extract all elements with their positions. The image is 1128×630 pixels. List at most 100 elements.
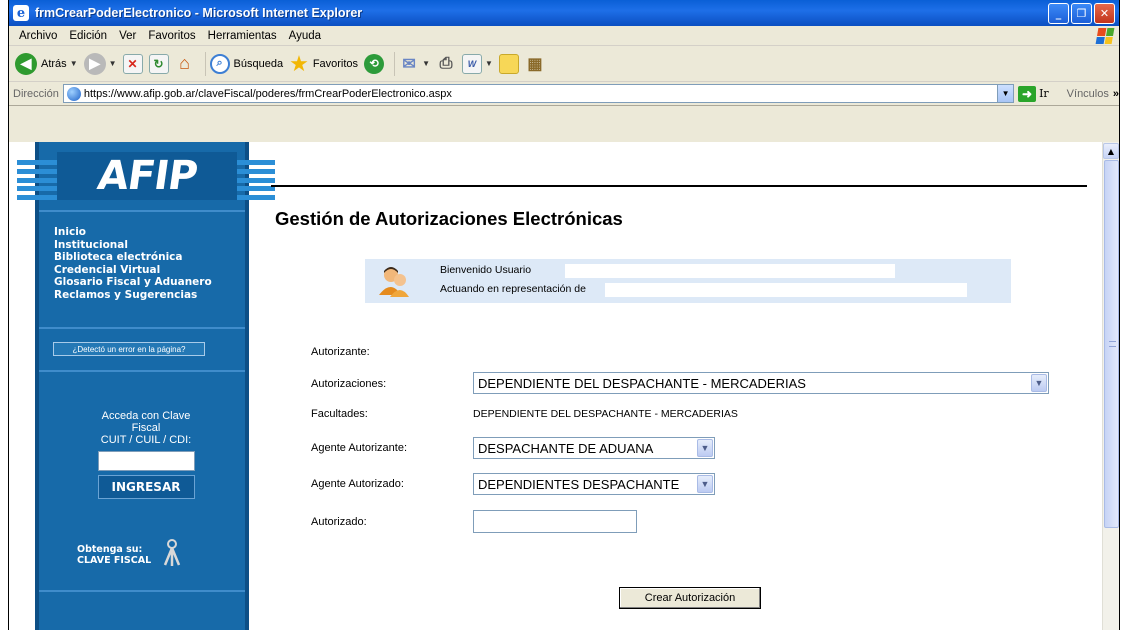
print-icon: ⎙ xyxy=(439,54,453,72)
links-label: Vínculos xyxy=(1066,87,1109,100)
agente-autorizante-label: Agente Autorizante: xyxy=(311,442,408,454)
divider xyxy=(39,327,245,329)
restore-button[interactable]: ❐ xyxy=(1071,2,1092,24)
page-icon xyxy=(66,86,81,101)
forward-arrow-icon: ▶ xyxy=(83,52,106,75)
report-error-button[interactable]: ¿Detectó un error en la página? xyxy=(53,342,205,356)
stop-button[interactable]: ✕ xyxy=(122,53,143,74)
crear-autorizacion-button[interactable]: Crear Autorización xyxy=(619,587,761,609)
autorizaciones-value: DEPENDIENTE DEL DESPACHANTE - MERCADERIA… xyxy=(478,375,806,391)
word-icon: W xyxy=(461,53,482,74)
scroll-thumb[interactable] xyxy=(1104,160,1119,528)
menu-edicion[interactable]: Edición xyxy=(63,30,113,42)
cuit-input[interactable] xyxy=(97,451,195,471)
menu-ver[interactable]: Ver xyxy=(113,30,142,42)
favorites-label: Favoritos xyxy=(312,57,359,70)
address-label: Dirección xyxy=(13,87,59,100)
chevron-down-icon[interactable]: ▼ xyxy=(422,59,430,68)
chevron-down-icon[interactable]: ▼ xyxy=(109,59,117,68)
autorizaciones-select[interactable]: DEPENDIENTE DEL DESPACHANTE - MERCADERIA… xyxy=(473,372,1049,394)
welcome-user-text: Bienvenido Usuario xyxy=(440,264,532,276)
agente-autorizante-value: DESPACHANTE DE ADUANA xyxy=(478,440,654,456)
login-line2: Fiscal xyxy=(131,422,161,434)
research-button[interactable]: ▦ xyxy=(525,54,545,74)
menu-archivo[interactable]: Archivo xyxy=(13,30,63,42)
go-label: Ir xyxy=(1039,87,1049,100)
scroll-up-icon[interactable]: ▲ xyxy=(1103,143,1119,159)
obtenga-clave-link[interactable]: Obtenga su: CLAVE FISCAL xyxy=(77,544,151,566)
divider xyxy=(39,590,245,592)
toolbar: ◀ Atrás ▼ ▶ ▼ ✕ ↻ ⌂ ⌕ Búsqueda ★ Favorit… xyxy=(9,46,1119,82)
vertical-scrollbar[interactable]: ▲ xyxy=(1102,142,1119,630)
obtenga-line2: CLAVE FISCAL xyxy=(77,555,152,566)
go-button[interactable]: ➜ Ir xyxy=(1018,85,1049,102)
research-icon: ▦ xyxy=(527,55,543,73)
autorizaciones-label: Autorizaciones: xyxy=(311,378,387,390)
mail-button[interactable]: ✉ ▼ xyxy=(399,54,430,74)
ingresar-button[interactable]: INGRESAR xyxy=(97,475,195,499)
url-field[interactable]: https://www.afip.gob.ar/claveFiscal/pode… xyxy=(62,84,1015,103)
facultades-value: DEPENDIENTE DEL DESPACHANTE - MERCADERIA… xyxy=(473,408,738,420)
divider xyxy=(39,370,245,372)
chevron-down-icon[interactable]: ▼ xyxy=(70,59,78,68)
toolbar-separator xyxy=(394,51,396,76)
nav-glosario[interactable]: Glosario Fiscal y Aduanero xyxy=(54,276,212,289)
chevron-down-icon[interactable]: ▼ xyxy=(1031,374,1047,392)
nav-credencial[interactable]: Credencial Virtual xyxy=(54,264,212,277)
autorizado-input[interactable] xyxy=(473,510,637,533)
login-line3: CUIT / CUIL / CDI: xyxy=(100,434,192,446)
nav-biblioteca[interactable]: Biblioteca electrónica xyxy=(54,251,212,264)
nav-institucional[interactable]: Institucional xyxy=(54,239,212,252)
menu-herramientas[interactable]: Herramientas xyxy=(202,30,283,42)
toolbar-separator xyxy=(204,51,206,76)
search-label: Búsqueda xyxy=(233,57,284,70)
agente-autorizante-select[interactable]: DESPACHANTE DE ADUANA ▼ xyxy=(473,437,715,459)
menu-ayuda[interactable]: Ayuda xyxy=(283,30,327,42)
chevron-down-icon[interactable]: ▼ xyxy=(997,85,1014,102)
close-button[interactable]: ✕ xyxy=(1094,2,1115,24)
users-icon xyxy=(379,267,409,297)
forward-button[interactable]: ▶ ▼ xyxy=(83,52,117,75)
print-button[interactable]: ⎙ xyxy=(436,54,456,74)
agente-autorizado-value: DEPENDIENTES DESPACHANTE xyxy=(478,476,680,492)
back-label: Atrás xyxy=(41,57,67,70)
refresh-button[interactable]: ↻ xyxy=(148,53,169,74)
chevron-down-icon[interactable]: ▼ xyxy=(697,439,713,457)
chevron-right-icon: » xyxy=(1112,87,1119,100)
ie-icon: e xyxy=(13,5,29,21)
minimize-button[interactable]: _ xyxy=(1048,2,1069,24)
nav-inicio[interactable]: Inicio xyxy=(54,226,212,239)
title-bar: e frmCrearPoderElectronico - Microsoft I… xyxy=(9,0,1119,26)
autorizante-label: Autorizante: xyxy=(311,346,370,358)
afip-sidebar: AFIP Inicio Institucional Biblioteca ele… xyxy=(17,142,275,630)
links-button[interactable]: Vínculos» xyxy=(1067,88,1119,100)
keys-icon xyxy=(163,539,181,566)
ie-window: e frmCrearPoderElectronico - Microsoft I… xyxy=(8,0,1120,630)
history-icon: ⟲ xyxy=(364,53,385,74)
chevron-down-icon[interactable]: ▼ xyxy=(485,59,493,68)
edit-button[interactable]: W ▼ xyxy=(461,53,493,74)
search-button[interactable]: ⌕ Búsqueda xyxy=(209,53,284,74)
autorizado-label: Autorizado: xyxy=(311,516,367,528)
go-arrow-icon: ➜ xyxy=(1018,85,1037,102)
facultades-label: Facultades: xyxy=(311,408,368,420)
url-text: https://www.afip.gob.ar/claveFiscal/pode… xyxy=(83,87,452,100)
acting-for-text: Actuando en representación de xyxy=(440,283,586,295)
back-button[interactable]: ◀ Atrás ▼ xyxy=(15,52,78,75)
menu-bar: Archivo Edición Ver Favoritos Herramient… xyxy=(9,26,1119,46)
discuss-button[interactable] xyxy=(498,53,519,74)
search-icon: ⌕ xyxy=(209,53,230,74)
menu-favoritos[interactable]: Favoritos xyxy=(142,30,201,42)
divider xyxy=(39,210,245,212)
favorites-button[interactable]: ★ Favoritos xyxy=(289,52,359,74)
login-line1: Acceda con Clave xyxy=(101,410,191,422)
afip-logo[interactable]: AFIP xyxy=(57,152,237,200)
nav-reclamos[interactable]: Reclamos y Sugerencias xyxy=(54,289,212,302)
history-button[interactable]: ⟲ xyxy=(364,53,385,74)
chevron-down-icon[interactable]: ▼ xyxy=(697,475,713,493)
agente-autorizado-select[interactable]: DEPENDIENTES DESPACHANTE ▼ xyxy=(473,473,715,495)
home-button[interactable]: ⌂ xyxy=(175,53,195,74)
note-icon xyxy=(498,53,519,74)
main-content: Gestión de Autorizaciones Electrónicas B… xyxy=(271,142,1091,630)
windows-logo-icon xyxy=(1095,28,1115,44)
